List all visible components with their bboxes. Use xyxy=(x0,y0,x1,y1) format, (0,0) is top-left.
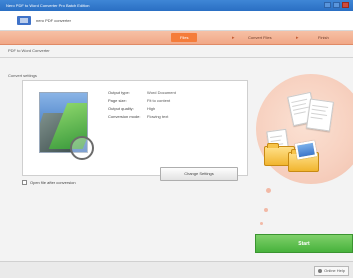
step-arrow-icon: ▸ xyxy=(232,35,235,41)
detail-label: Page size: xyxy=(108,98,127,103)
open-after-conversion-option[interactable]: Open file after conversion xyxy=(22,180,76,186)
start-button[interactable]: Start xyxy=(255,234,353,253)
step-finish[interactable]: Finish xyxy=(318,34,329,41)
title-bar: Nero PDF to Word Converter Pro Batch Edi… xyxy=(0,0,353,11)
checkbox-label: Open file after conversion xyxy=(30,180,76,185)
decor-dot xyxy=(266,188,271,193)
magnifier-icon xyxy=(70,136,94,160)
window-title: Nero PDF to Word Converter Pro Batch Edi… xyxy=(6,3,90,8)
decor-dot xyxy=(264,208,268,212)
section-label: Convert settings xyxy=(8,73,37,78)
detail-value: Flowing text xyxy=(147,114,169,119)
detail-label: Conversion mode: xyxy=(108,114,141,119)
detail-label: Output type: xyxy=(108,90,130,95)
illustration xyxy=(248,60,353,230)
online-help-link[interactable]: Online Help xyxy=(314,266,349,276)
step-convert-files[interactable]: Convert Files xyxy=(248,34,272,41)
document-icon xyxy=(306,98,334,132)
step-arrow-icon: ▸ xyxy=(296,35,299,41)
close-icon[interactable] xyxy=(342,2,349,8)
app-label: nero PDF converter xyxy=(36,18,71,23)
settings-panel: Output type: Word Document Page size: Fi… xyxy=(22,80,248,181)
detail-value: High xyxy=(147,106,156,111)
maximize-icon[interactable] xyxy=(333,2,340,8)
breadcrumb: PDF to Word Converter xyxy=(8,48,50,53)
detail-value: Word Document xyxy=(147,90,176,95)
divider xyxy=(0,57,353,58)
online-help-label: Online Help xyxy=(324,268,345,273)
change-settings-button[interactable]: Change Settings xyxy=(160,167,238,181)
app-logo-icon xyxy=(17,16,31,25)
window-controls xyxy=(324,2,349,8)
detail-label: Output quality: xyxy=(108,106,134,111)
detail-value: Fit to content xyxy=(147,98,171,103)
minimize-icon[interactable] xyxy=(324,2,331,8)
checkbox[interactable] xyxy=(22,180,27,186)
toolbar: nero PDF converter xyxy=(0,11,353,31)
decor-dot xyxy=(260,222,263,225)
photo-icon xyxy=(294,140,318,160)
help-icon xyxy=(318,268,323,273)
step-files[interactable]: Files xyxy=(171,33,198,42)
status-bar: Online Help xyxy=(0,261,353,278)
wizard-steps: Files ▸ Convert Files ▸ Finish xyxy=(0,31,353,45)
